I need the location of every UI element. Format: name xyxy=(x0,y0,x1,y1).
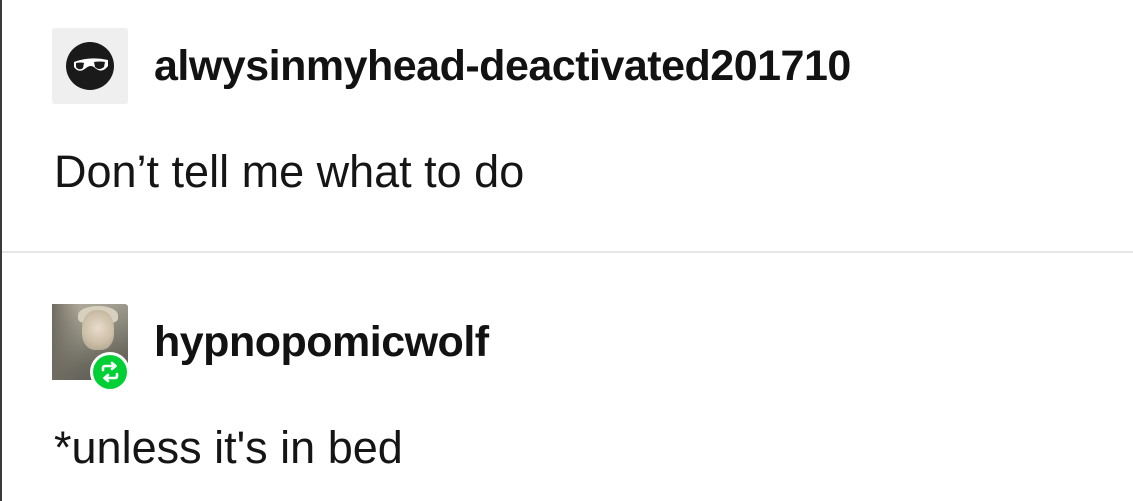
post-original: alwysinmyhead-deactivated201710 Don’t te… xyxy=(2,0,1133,252)
post-thread: alwysinmyhead-deactivated201710 Don’t te… xyxy=(0,0,1133,501)
reblog-icon xyxy=(101,361,119,383)
reblog-badge xyxy=(90,352,130,392)
avatar[interactable] xyxy=(52,304,130,392)
avatar-photo-face xyxy=(82,310,114,350)
post-username[interactable]: alwysinmyhead-deactivated201710 xyxy=(154,42,851,91)
avatar[interactable] xyxy=(52,28,128,104)
post-header: alwysinmyhead-deactivated201710 xyxy=(52,28,851,104)
post-reblog: hypnopomicwolf *unless it's in bed xyxy=(2,252,1133,501)
post-body-text: *unless it's in bed xyxy=(54,422,403,473)
avatar-photo-shade xyxy=(52,304,80,380)
reblog-badge-circle xyxy=(93,355,127,389)
sunglasses-face-icon xyxy=(66,42,114,90)
post-header: hypnopomicwolf xyxy=(52,304,489,392)
post-username[interactable]: hypnopomicwolf xyxy=(154,318,489,367)
post-body-text: Don’t tell me what to do xyxy=(54,146,525,197)
